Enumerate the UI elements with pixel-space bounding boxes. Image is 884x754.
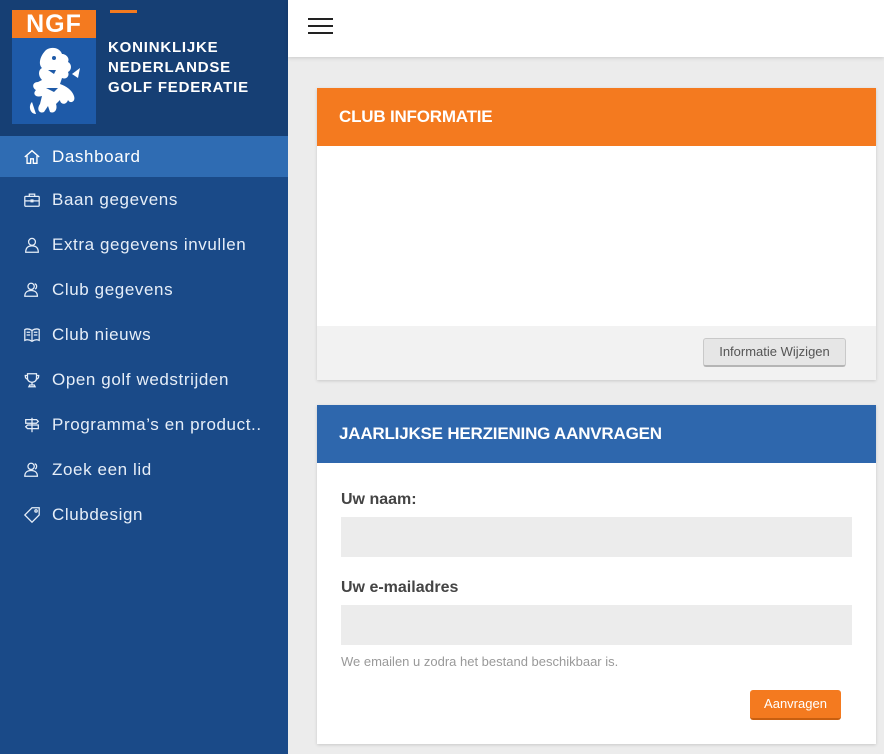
logo-text: KONINKLIJKE NEDERLANDSE GOLF FEDERATIE — [108, 38, 249, 98]
club-info-footer: Informatie Wijzigen — [317, 326, 876, 380]
sidebar-nav: Dashboard Baan gegevens Extra gegevens i… — [0, 136, 288, 537]
sidebar-item-baan-gegevens[interactable]: Baan gegevens — [0, 177, 288, 222]
logo-area: NGF KONINKLIJKE NEDERLANDSE GOLF FEDERAT… — [0, 0, 288, 136]
sidebar-item-zoek-een-lid[interactable]: Zoek een lid — [0, 447, 288, 492]
sidebar-item-club-nieuws[interactable]: Club nieuws — [0, 312, 288, 357]
sidebar-item-label: Open golf wedstrijden — [52, 369, 230, 389]
book-icon — [22, 325, 42, 345]
sidebar-item-programmas[interactable]: Programma’s en product.. — [0, 402, 288, 447]
logo-line-1: KONINKLIJKE — [108, 39, 219, 56]
annual-review-card: JAARLIJKSE HERZIENING AANVRAGEN Uw naam:… — [317, 405, 876, 744]
name-label: Uw naam: — [341, 491, 417, 508]
logo-accent-bar — [110, 10, 137, 13]
logo-line-3: GOLF FEDERATIE — [108, 79, 249, 96]
users-search-icon — [22, 460, 42, 480]
name-field[interactable] — [341, 517, 852, 557]
sidebar-item-label: Zoek een lid — [52, 459, 152, 479]
hamburger-menu-icon[interactable] — [308, 17, 334, 37]
sidebar-item-label: Club gegevens — [52, 279, 174, 299]
edit-info-button[interactable]: Informatie Wijzigen — [703, 338, 846, 367]
home-icon — [22, 147, 42, 167]
sidebar-item-clubdesign[interactable]: Clubdesign — [0, 492, 288, 537]
club-info-card: CLUB INFORMATIE Informatie Wijzigen — [317, 88, 876, 380]
request-button[interactable]: Aanvragen — [750, 690, 841, 720]
sidebar-item-club-gegevens[interactable]: Club gegevens — [0, 267, 288, 312]
sidebar-item-label: Baan gegevens — [52, 189, 178, 209]
club-info-title: CLUB INFORMATIE — [317, 88, 876, 146]
sidebar-item-open-golf-wedstrijden[interactable]: Open golf wedstrijden — [0, 357, 288, 402]
signpost-icon — [22, 415, 42, 435]
users-icon — [22, 280, 42, 300]
sidebar-item-label: Dashboard — [52, 146, 141, 166]
sidebar-item-extra-gegevens[interactable]: Extra gegevens invullen — [0, 222, 288, 267]
sidebar: NGF KONINKLIJKE NEDERLANDSE GOLF FEDERAT… — [0, 0, 288, 754]
sidebar-item-label: Club nieuws — [52, 324, 152, 344]
sidebar-item-label: Programma’s en product.. — [52, 414, 262, 434]
sidebar-item-label: Extra gegevens invullen — [52, 234, 247, 254]
user-icon — [22, 235, 42, 255]
email-label: Uw e-mailadres — [341, 579, 459, 596]
top-bar — [288, 0, 884, 57]
tag-icon — [22, 505, 42, 525]
logo-line-2: NEDERLANDSE — [108, 59, 231, 76]
sidebar-item-dashboard[interactable]: Dashboard — [0, 136, 288, 177]
annual-review-title: JAARLIJKSE HERZIENING AANVRAGEN — [317, 405, 876, 463]
lion-icon — [29, 47, 80, 114]
ngf-logo[interactable]: NGF — [12, 10, 96, 124]
logo-abbr: NGF — [12, 10, 96, 38]
email-field[interactable] — [341, 605, 852, 645]
trophy-icon — [22, 370, 42, 390]
email-hint: We emailen u zodra het bestand beschikba… — [341, 654, 619, 669]
sidebar-item-label: Clubdesign — [52, 504, 144, 524]
club-info-body — [317, 146, 876, 326]
briefcase-icon — [22, 190, 42, 210]
